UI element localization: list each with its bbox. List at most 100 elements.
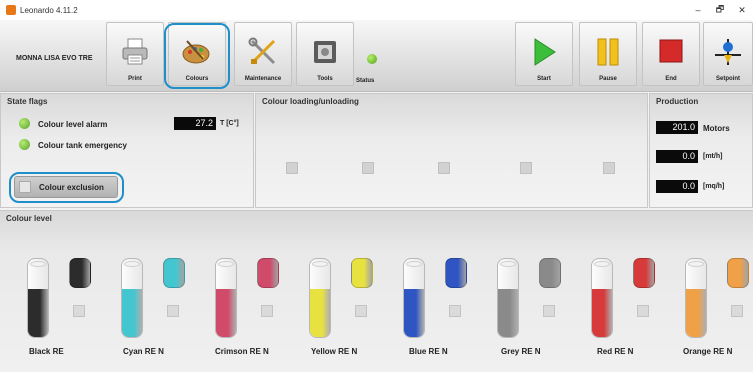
colour-select-checkbox[interactable] <box>73 305 85 317</box>
tools-button[interactable]: Tools <box>296 22 354 86</box>
colour-name-label: Red RE N <box>597 347 634 356</box>
colour-level-alarm-label: Colour level alarm <box>38 120 108 129</box>
end-label: End <box>665 76 677 82</box>
title-bar: Leonardo 4.11.2 – 🗗 ✕ <box>0 0 753 20</box>
tank-top-icon <box>30 261 46 267</box>
loading-slot[interactable] <box>362 162 374 174</box>
colour-level-alarm-led <box>19 118 30 129</box>
colour-tank-3 <box>309 258 331 338</box>
setpoint-button[interactable]: Setpoint <box>703 22 753 86</box>
setpoint-icon <box>715 39 741 65</box>
colour-swatch-icon <box>539 258 561 288</box>
maintenance-button[interactable]: Maintenance <box>234 22 292 86</box>
loading-slot[interactable] <box>520 162 532 174</box>
colour-select-checkbox[interactable] <box>731 305 743 317</box>
colour-name-label: Crimson RE N <box>215 347 269 356</box>
motors-value: 201.0 <box>656 121 698 134</box>
colour-level-title: Colour level <box>6 214 52 223</box>
tools-crossed-icon <box>248 37 276 65</box>
pause-icon <box>597 38 619 66</box>
colours-highlight-ring <box>164 23 230 89</box>
colour-tank-1 <box>121 258 143 338</box>
machine-name: MONNA LISA EVO TRE <box>16 55 93 62</box>
colour-tank-fill <box>216 288 236 337</box>
colour-select-checkbox[interactable] <box>637 305 649 317</box>
app-logo-icon <box>6 5 16 15</box>
colour-swatch-icon <box>69 258 91 288</box>
area-unit: [mq/h] <box>703 183 725 190</box>
pause-label: Pause <box>599 76 617 82</box>
film-toolbox-icon <box>314 41 336 63</box>
colour-loading-panel: Colour loading/unloading <box>255 93 648 208</box>
start-button[interactable]: Start <box>515 22 573 86</box>
temperature-unit: T [C°] <box>220 120 239 127</box>
colour-tank-4 <box>403 258 425 338</box>
speed-value: 0.0 <box>656 150 698 163</box>
colour-tank-fill <box>122 288 142 337</box>
colour-tank-fill <box>686 288 706 337</box>
loading-slot[interactable] <box>603 162 615 174</box>
colour-tank-emergency-led <box>19 139 30 150</box>
play-icon <box>534 38 556 66</box>
tank-top-icon <box>124 261 140 267</box>
colour-swatch-icon <box>257 258 279 288</box>
colour-tank-fill <box>28 288 48 337</box>
colour-tank-7 <box>685 258 707 338</box>
colour-name-label: Yellow RE N <box>311 347 358 356</box>
colour-select-checkbox[interactable] <box>261 305 273 317</box>
status-label: Status <box>356 78 375 84</box>
colour-tank-fill <box>592 288 612 337</box>
tank-top-icon <box>218 261 234 267</box>
colour-swatch-icon <box>163 258 185 288</box>
colour-swatch-icon <box>633 258 655 288</box>
window-title: Leonardo 4.11.2 <box>20 5 78 15</box>
maintenance-label: Maintenance <box>244 76 282 82</box>
pause-button[interactable]: Pause <box>579 22 637 86</box>
tools-label: Tools <box>317 76 333 82</box>
colour-loading-title: Colour loading/unloading <box>262 97 359 106</box>
colour-select-checkbox[interactable] <box>355 305 367 317</box>
app-window: Leonardo 4.11.2 – 🗗 ✕ MONNA LISA EVO TRE… <box>0 0 753 372</box>
toolbar: MONNA LISA EVO TRE Print Colours Mainten… <box>0 20 753 92</box>
start-label: Start <box>537 76 551 82</box>
state-flags-title: State flags <box>7 97 48 106</box>
temperature-value: 27.2 <box>174 117 216 130</box>
colour-swatch-icon <box>351 258 373 288</box>
colour-swatch-icon <box>445 258 467 288</box>
window-controls: – 🗗 ✕ <box>687 0 753 20</box>
area-value: 0.0 <box>656 180 698 193</box>
tank-top-icon <box>500 261 516 267</box>
tank-top-icon <box>312 261 328 267</box>
colour-name-label: Cyan RE N <box>123 347 164 356</box>
end-button[interactable]: End <box>642 22 700 86</box>
colour-select-checkbox[interactable] <box>167 305 179 317</box>
colour-tank-6 <box>591 258 613 338</box>
colour-name-label: Orange RE N <box>683 347 733 356</box>
colour-level-panel: Colour level <box>0 210 753 372</box>
colour-name-label: Blue RE N <box>409 347 448 356</box>
print-button[interactable]: Print <box>106 22 164 86</box>
print-label: Print <box>128 76 142 82</box>
colour-exclusion-highlight-ring <box>9 172 124 203</box>
status-lamp-icon <box>367 54 377 64</box>
tank-top-icon <box>406 261 422 267</box>
colour-tank-fill <box>310 288 330 337</box>
colour-select-checkbox[interactable] <box>449 305 461 317</box>
colour-tank-emergency-label: Colour tank emergency <box>38 141 127 150</box>
colour-tank-0 <box>27 258 49 338</box>
loading-slot[interactable] <box>438 162 450 174</box>
colour-tank-5 <box>497 258 519 338</box>
colour-select-checkbox[interactable] <box>543 305 555 317</box>
stop-icon <box>659 39 683 63</box>
minimize-button[interactable]: – <box>687 5 709 15</box>
colour-tank-fill <box>404 288 424 337</box>
colour-swatch-icon <box>727 258 749 288</box>
colour-name-label: Grey RE N <box>501 347 541 356</box>
loading-slot[interactable] <box>286 162 298 174</box>
motors-label: Motors <box>703 124 730 133</box>
colour-name-label: Black RE <box>29 347 64 356</box>
tank-top-icon <box>688 261 704 267</box>
printer-icon <box>122 38 148 65</box>
restore-button[interactable]: 🗗 <box>709 2 731 18</box>
close-button[interactable]: ✕ <box>731 5 753 16</box>
